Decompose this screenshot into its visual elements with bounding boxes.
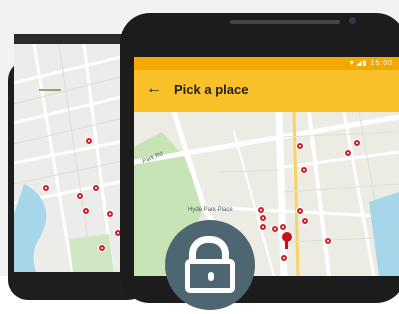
- map-pin[interactable]: [76, 192, 84, 200]
- map-pin[interactable]: [259, 223, 267, 231]
- map-pin[interactable]: [301, 217, 309, 225]
- back-phone-status-bar: [14, 34, 132, 44]
- phone-speaker: [230, 20, 340, 24]
- map-pin[interactable]: [98, 244, 106, 252]
- signal-battery-icons: ▼◢▮: [348, 60, 368, 67]
- lock-icon: [165, 220, 255, 310]
- page-title: Pick a place: [174, 82, 249, 97]
- map-pin[interactable]: [344, 149, 352, 157]
- place-label: Hyde Park Place: [188, 207, 233, 213]
- map-pin[interactable]: [280, 254, 288, 262]
- map-pin[interactable]: [324, 237, 332, 245]
- status-bar: ▼◢▮ 15:00: [134, 57, 399, 70]
- map-pin[interactable]: [271, 225, 279, 233]
- phone-camera: [349, 17, 356, 24]
- lock-keyhole: [208, 272, 214, 281]
- map-pin[interactable]: [106, 210, 114, 218]
- map-pin[interactable]: [296, 142, 304, 150]
- app-bar: ← Pick a place: [134, 70, 399, 112]
- map-pin[interactable]: [257, 206, 265, 214]
- map-pin[interactable]: [259, 214, 267, 222]
- back-phone-screen: [14, 34, 132, 272]
- map-pin[interactable]: [92, 184, 100, 192]
- back-phone-map: [14, 44, 132, 272]
- map-pin[interactable]: [85, 137, 93, 145]
- map-pin[interactable]: [279, 223, 287, 231]
- map-pin[interactable]: [82, 207, 90, 215]
- selected-pin-stem: [285, 241, 288, 249]
- map-pin[interactable]: [42, 184, 50, 192]
- map-pin[interactable]: [353, 139, 361, 147]
- map-pin[interactable]: [300, 166, 308, 174]
- back-arrow-icon[interactable]: ←: [146, 79, 162, 99]
- status-time: 15:00: [370, 60, 393, 67]
- map-pin[interactable]: [296, 207, 304, 215]
- status-icons: ▼◢▮ 15:00: [348, 59, 393, 67]
- lock-body: [185, 259, 235, 293]
